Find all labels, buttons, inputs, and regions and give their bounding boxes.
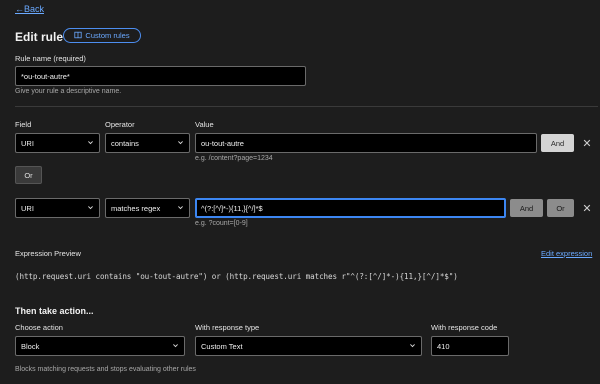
field-select-value: URI <box>21 203 34 213</box>
operator-select-value: matches regex <box>111 203 161 213</box>
field-select-value: URI <box>21 138 34 148</box>
response-type-label: With response type <box>195 323 260 332</box>
value-example-hint: e.g. /content?page=1234 <box>195 155 273 162</box>
chevron-down-icon <box>87 204 94 213</box>
custom-rules-label: Custom rules <box>85 31 130 40</box>
response-type-select-value: Custom Text <box>201 341 243 351</box>
back-arrow-icon: ← <box>15 4 24 14</box>
chevron-down-icon <box>87 139 94 148</box>
page-title: Edit rule <box>15 30 64 44</box>
operator-select[interactable]: matches regex <box>105 198 190 218</box>
rule-name-hint: Give your rule a descriptive name. <box>15 88 122 95</box>
and-button[interactable]: And <box>510 199 543 217</box>
response-type-select[interactable]: Custom Text <box>195 336 422 356</box>
value-input[interactable]: ^(?:[^/]*-){11,}[^/]*$ <box>195 198 506 218</box>
back-label: Back <box>24 4 45 14</box>
choose-action-label: Choose action <box>15 323 63 332</box>
or-group-button[interactable]: Or <box>15 166 42 184</box>
rule-name-label: Rule name (required) <box>15 54 86 63</box>
response-code-label: With response code <box>431 323 498 332</box>
chevron-down-icon <box>177 139 184 148</box>
operator-select-value: contains <box>111 138 139 148</box>
value-input[interactable]: ou-tout-autre <box>195 133 537 153</box>
or-button[interactable]: Or <box>547 199 574 217</box>
operator-select[interactable]: contains <box>105 133 190 153</box>
custom-rules-button[interactable]: Custom rules <box>63 28 141 43</box>
action-heading: Then take action... <box>15 306 94 316</box>
response-code-input[interactable]: 410 <box>431 336 509 356</box>
value-example-hint: e.g. ?count=[0-9] <box>195 220 248 227</box>
and-button[interactable]: And <box>541 134 574 152</box>
action-hint: Blocks matching requests and stops evalu… <box>15 366 196 373</box>
close-icon[interactable]: ✕ <box>580 134 594 152</box>
expression-preview-label: Expression Preview <box>15 249 81 258</box>
close-icon[interactable]: ✕ <box>580 199 594 217</box>
action-select-value: Block <box>21 341 40 351</box>
value-column-label: Value <box>195 120 214 129</box>
document-icon <box>74 31 83 41</box>
rule-name-input[interactable]: *ou-tout-autre* <box>15 66 306 86</box>
back-link[interactable]: ←Back <box>15 4 44 14</box>
divider <box>15 106 598 107</box>
action-select[interactable]: Block <box>15 336 185 356</box>
field-select[interactable]: URI <box>15 198 100 218</box>
operator-column-label: Operator <box>105 120 135 129</box>
edit-expression-link[interactable]: Edit expression <box>541 249 592 258</box>
field-column-label: Field <box>15 120 32 129</box>
chevron-down-icon <box>172 342 179 351</box>
expression-preview-text: (http.request.uri contains "ou-tout-autr… <box>15 272 458 281</box>
chevron-down-icon <box>409 342 416 351</box>
chevron-down-icon <box>177 204 184 213</box>
field-select[interactable]: URI <box>15 133 100 153</box>
